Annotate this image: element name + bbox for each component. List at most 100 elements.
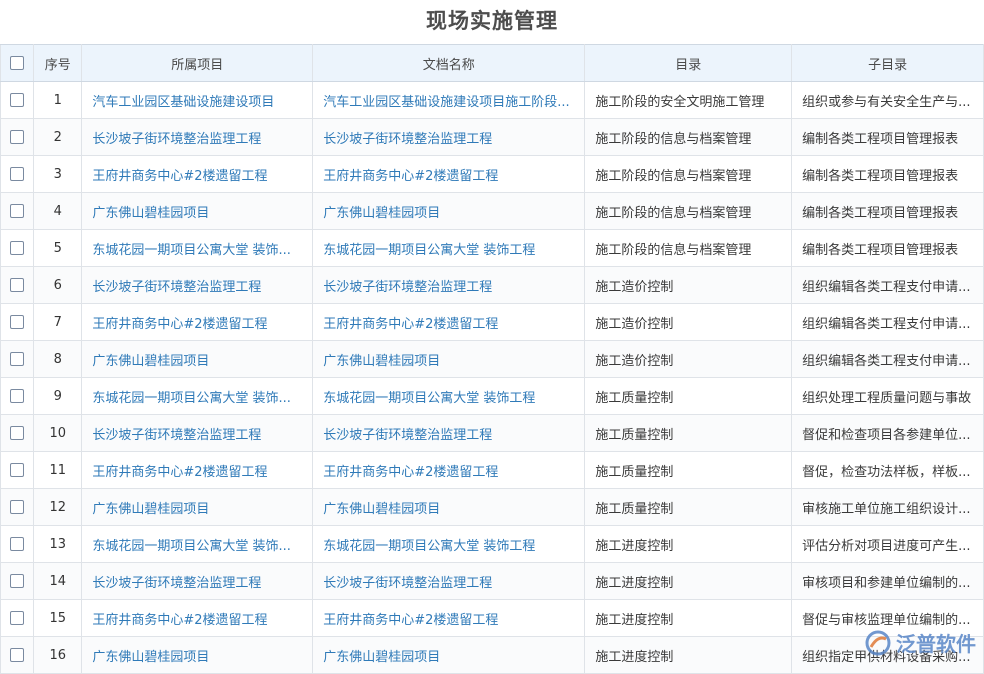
row-select-cell[interactable] bbox=[1, 489, 34, 526]
table-row[interactable]: 13东城花园一期项目公寓大堂 装饰...东城花园一期项目公寓大堂 装饰工程施工进… bbox=[1, 526, 984, 563]
row-document-link[interactable]: 长沙坡子街环境整治监理工程 bbox=[313, 563, 585, 600]
row-no: 7 bbox=[34, 304, 82, 341]
row-checkbox[interactable] bbox=[10, 611, 24, 625]
row-subdirectory: 组织编辑各类工程支付申请... bbox=[792, 341, 984, 378]
row-document-link[interactable]: 长沙坡子街环境整治监理工程 bbox=[313, 119, 585, 156]
header-document[interactable]: 文档名称 bbox=[313, 45, 585, 82]
row-select-cell[interactable] bbox=[1, 526, 34, 563]
header-no[interactable]: 序号 bbox=[34, 45, 82, 82]
row-subdirectory: 督促和检查项目各参建单位... bbox=[792, 415, 984, 452]
table-row[interactable]: 10长沙坡子街环境整治监理工程长沙坡子街环境整治监理工程施工质量控制督促和检查项… bbox=[1, 415, 984, 452]
row-select-cell[interactable] bbox=[1, 267, 34, 304]
row-select-cell[interactable] bbox=[1, 82, 34, 119]
row-document-link[interactable]: 广东佛山碧桂园项目 bbox=[313, 341, 585, 378]
table-row[interactable]: 4广东佛山碧桂园项目广东佛山碧桂园项目施工阶段的信息与档案管理编制各类工程项目管… bbox=[1, 193, 984, 230]
row-checkbox[interactable] bbox=[10, 648, 24, 662]
row-document-link[interactable]: 长沙坡子街环境整治监理工程 bbox=[313, 415, 585, 452]
row-document-link[interactable]: 王府井商务中心#2楼遗留工程 bbox=[313, 156, 585, 193]
row-project-link[interactable]: 广东佛山碧桂园项目 bbox=[82, 637, 313, 674]
table-row[interactable]: 16广东佛山碧桂园项目广东佛山碧桂园项目施工进度控制组织指定甲供材料设备采购..… bbox=[1, 637, 984, 674]
row-select-cell[interactable] bbox=[1, 637, 34, 674]
row-project-link[interactable]: 王府井商务中心#2楼遗留工程 bbox=[82, 600, 313, 637]
row-project-link[interactable]: 东城花园一期项目公寓大堂 装饰... bbox=[82, 378, 313, 415]
row-checkbox[interactable] bbox=[10, 500, 24, 514]
row-project-link[interactable]: 广东佛山碧桂园项目 bbox=[82, 193, 313, 230]
row-subdirectory: 组织处理工程质量问题与事故 bbox=[792, 378, 984, 415]
row-directory: 施工质量控制 bbox=[585, 489, 792, 526]
table-row[interactable]: 6长沙坡子街环境整治监理工程长沙坡子街环境整治监理工程施工造价控制组织编辑各类工… bbox=[1, 267, 984, 304]
watermark-text: 泛普软件 bbox=[896, 628, 976, 657]
table-row[interactable]: 8广东佛山碧桂园项目广东佛山碧桂园项目施工造价控制组织编辑各类工程支付申请... bbox=[1, 341, 984, 378]
table-row[interactable]: 9东城花园一期项目公寓大堂 装饰...东城花园一期项目公寓大堂 装饰工程施工质量… bbox=[1, 378, 984, 415]
row-document-link[interactable]: 广东佛山碧桂园项目 bbox=[313, 489, 585, 526]
select-all-checkbox[interactable] bbox=[10, 56, 24, 70]
table-row[interactable]: 14长沙坡子街环境整治监理工程长沙坡子街环境整治监理工程施工进度控制审核项目和参… bbox=[1, 563, 984, 600]
row-document-link[interactable]: 王府井商务中心#2楼遗留工程 bbox=[313, 452, 585, 489]
row-no: 13 bbox=[34, 526, 82, 563]
row-checkbox[interactable] bbox=[10, 167, 24, 181]
table-row[interactable]: 5东城花园一期项目公寓大堂 装饰...东城花园一期项目公寓大堂 装饰工程施工阶段… bbox=[1, 230, 984, 267]
table-row[interactable]: 12广东佛山碧桂园项目广东佛山碧桂园项目施工质量控制审核施工单位施工组织设计..… bbox=[1, 489, 984, 526]
row-select-cell[interactable] bbox=[1, 230, 34, 267]
row-checkbox[interactable] bbox=[10, 278, 24, 292]
row-select-cell[interactable] bbox=[1, 156, 34, 193]
table-row[interactable]: 15王府井商务中心#2楼遗留工程王府井商务中心#2楼遗留工程施工进度控制督促与审… bbox=[1, 600, 984, 637]
row-project-link[interactable]: 广东佛山碧桂园项目 bbox=[82, 489, 313, 526]
row-select-cell[interactable] bbox=[1, 563, 34, 600]
row-document-link[interactable]: 东城花园一期项目公寓大堂 装饰工程 bbox=[313, 378, 585, 415]
row-no: 16 bbox=[34, 637, 82, 674]
row-document-link[interactable]: 广东佛山碧桂园项目 bbox=[313, 637, 585, 674]
row-checkbox[interactable] bbox=[10, 241, 24, 255]
row-checkbox[interactable] bbox=[10, 315, 24, 329]
row-project-link[interactable]: 长沙坡子街环境整治监理工程 bbox=[82, 563, 313, 600]
row-select-cell[interactable] bbox=[1, 304, 34, 341]
row-document-link[interactable]: 王府井商务中心#2楼遗留工程 bbox=[313, 304, 585, 341]
row-select-cell[interactable] bbox=[1, 600, 34, 637]
row-project-link[interactable]: 长沙坡子街环境整治监理工程 bbox=[82, 119, 313, 156]
row-select-cell[interactable] bbox=[1, 415, 34, 452]
select-all-cell[interactable] bbox=[1, 45, 34, 82]
row-checkbox[interactable] bbox=[10, 537, 24, 551]
row-project-link[interactable]: 汽车工业园区基础设施建设项目 bbox=[82, 82, 313, 119]
row-checkbox[interactable] bbox=[10, 352, 24, 366]
row-project-link[interactable]: 王府井商务中心#2楼遗留工程 bbox=[82, 304, 313, 341]
table-row[interactable]: 11王府井商务中心#2楼遗留工程王府井商务中心#2楼遗留工程施工质量控制督促，检… bbox=[1, 452, 984, 489]
row-subdirectory: 督促，检查功法样板，样板... bbox=[792, 452, 984, 489]
row-select-cell[interactable] bbox=[1, 452, 34, 489]
row-select-cell[interactable] bbox=[1, 119, 34, 156]
table-row[interactable]: 7王府井商务中心#2楼遗留工程王府井商务中心#2楼遗留工程施工造价控制组织编辑各… bbox=[1, 304, 984, 341]
row-checkbox[interactable] bbox=[10, 130, 24, 144]
row-project-link[interactable]: 长沙坡子街环境整治监理工程 bbox=[82, 415, 313, 452]
row-checkbox[interactable] bbox=[10, 426, 24, 440]
row-checkbox[interactable] bbox=[10, 463, 24, 477]
row-document-link[interactable]: 东城花园一期项目公寓大堂 装饰工程 bbox=[313, 526, 585, 563]
row-document-link[interactable]: 广东佛山碧桂园项目 bbox=[313, 193, 585, 230]
row-subdirectory: 组织编辑各类工程支付申请... bbox=[792, 267, 984, 304]
row-checkbox[interactable] bbox=[10, 93, 24, 107]
row-document-link[interactable]: 长沙坡子街环境整治监理工程 bbox=[313, 267, 585, 304]
row-document-link[interactable]: 汽车工业园区基础设施建设项目施工阶段... bbox=[313, 82, 585, 119]
table-row[interactable]: 2长沙坡子街环境整治监理工程长沙坡子街环境整治监理工程施工阶段的信息与档案管理编… bbox=[1, 119, 984, 156]
row-no: 4 bbox=[34, 193, 82, 230]
row-subdirectory: 审核施工单位施工组织设计... bbox=[792, 489, 984, 526]
header-subdirectory[interactable]: 子目录 bbox=[792, 45, 984, 82]
row-project-link[interactable]: 王府井商务中心#2楼遗留工程 bbox=[82, 156, 313, 193]
row-directory: 施工进度控制 bbox=[585, 563, 792, 600]
row-project-link[interactable]: 东城花园一期项目公寓大堂 装饰... bbox=[82, 230, 313, 267]
header-project[interactable]: 所属项目 bbox=[82, 45, 313, 82]
header-directory[interactable]: 目录 bbox=[585, 45, 792, 82]
row-document-link[interactable]: 东城花园一期项目公寓大堂 装饰工程 bbox=[313, 230, 585, 267]
row-project-link[interactable]: 王府井商务中心#2楼遗留工程 bbox=[82, 452, 313, 489]
row-checkbox[interactable] bbox=[10, 204, 24, 218]
row-project-link[interactable]: 广东佛山碧桂园项目 bbox=[82, 341, 313, 378]
row-project-link[interactable]: 东城花园一期项目公寓大堂 装饰... bbox=[82, 526, 313, 563]
row-select-cell[interactable] bbox=[1, 341, 34, 378]
row-document-link[interactable]: 王府井商务中心#2楼遗留工程 bbox=[313, 600, 585, 637]
table-row[interactable]: 1汽车工业园区基础设施建设项目汽车工业园区基础设施建设项目施工阶段...施工阶段… bbox=[1, 82, 984, 119]
row-checkbox[interactable] bbox=[10, 389, 24, 403]
row-select-cell[interactable] bbox=[1, 193, 34, 230]
table-row[interactable]: 3王府井商务中心#2楼遗留工程王府井商务中心#2楼遗留工程施工阶段的信息与档案管… bbox=[1, 156, 984, 193]
row-checkbox[interactable] bbox=[10, 574, 24, 588]
row-project-link[interactable]: 长沙坡子街环境整治监理工程 bbox=[82, 267, 313, 304]
row-select-cell[interactable] bbox=[1, 378, 34, 415]
